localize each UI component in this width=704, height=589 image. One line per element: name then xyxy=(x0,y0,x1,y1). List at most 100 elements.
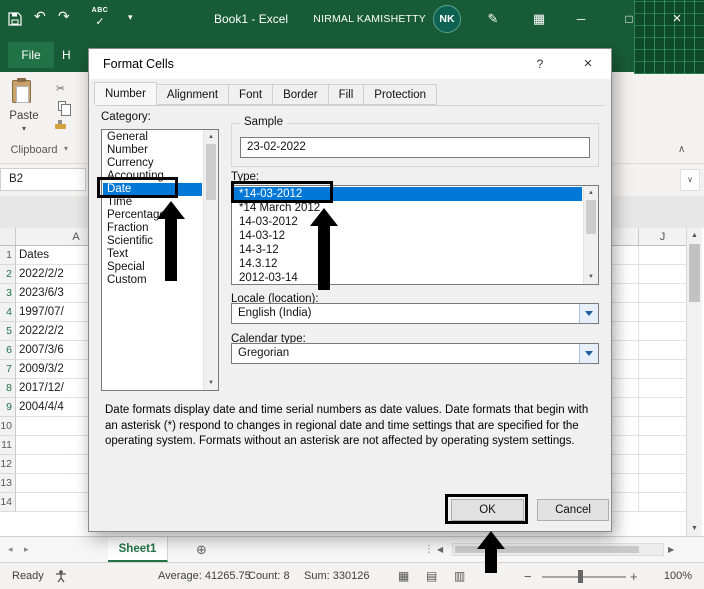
type-scrollbar-thumb[interactable] xyxy=(586,200,596,234)
cell-j[interactable] xyxy=(639,303,686,322)
type-option[interactable]: *14 March 2012 xyxy=(233,201,582,215)
redo-icon[interactable]: ↷ xyxy=(58,8,70,25)
view-page-layout-icon[interactable]: ▤ xyxy=(426,563,437,589)
sheet-tab-sheet1[interactable]: Sheet1 xyxy=(108,537,168,562)
column-header-j[interactable]: J xyxy=(639,228,686,245)
vertical-scrollbar[interactable]: ▲ ▼ xyxy=(686,228,702,536)
undo-icon[interactable]: ↶ xyxy=(34,8,46,25)
row-header[interactable]: 1 xyxy=(0,246,16,265)
row-header[interactable]: 9 xyxy=(0,398,16,417)
grid-icon[interactable]: ▦ xyxy=(524,0,554,38)
scroll-up-icon[interactable]: ▲ xyxy=(584,186,598,200)
scroll-left-icon[interactable]: ◀ xyxy=(437,537,443,562)
category-option[interactable]: Custom xyxy=(103,274,202,287)
scroll-up-icon[interactable]: ▲ xyxy=(687,228,702,243)
qat-dropdown-icon[interactable]: ▾ xyxy=(128,12,133,23)
row-header[interactable]: 12 xyxy=(0,455,16,474)
format-painter-icon[interactable] xyxy=(55,124,66,129)
type-option[interactable]: 14-3-12 xyxy=(233,243,582,257)
row-header[interactable]: 11 xyxy=(0,436,16,455)
tab-border[interactable]: Border xyxy=(272,84,329,105)
tab-fill[interactable]: Fill xyxy=(327,84,365,105)
type-scrollbar[interactable]: ▲ ▼ xyxy=(583,186,598,284)
cell-j[interactable] xyxy=(639,436,686,455)
zoom-level[interactable]: 100% xyxy=(650,563,692,589)
file-tab[interactable]: File xyxy=(8,42,54,68)
tab-number[interactable]: Number xyxy=(94,82,157,105)
tab-font[interactable]: Font xyxy=(228,84,274,105)
row-header[interactable]: 13 xyxy=(0,474,16,493)
row-header[interactable]: 2 xyxy=(0,265,16,284)
row-header[interactable]: 7 xyxy=(0,360,16,379)
category-option[interactable]: Text xyxy=(103,248,202,261)
tab-alignment[interactable]: Alignment xyxy=(155,84,230,105)
row-header[interactable]: 10 xyxy=(0,417,16,436)
cancel-button[interactable]: Cancel xyxy=(537,499,609,521)
zoom-out-icon[interactable]: − xyxy=(524,563,532,589)
cell-j[interactable] xyxy=(639,360,686,379)
save-icon[interactable] xyxy=(8,12,22,29)
cell-j[interactable] xyxy=(639,265,686,284)
locale-dropdown[interactable]: English (India) xyxy=(231,303,599,324)
scroll-down-icon[interactable]: ▼ xyxy=(584,270,598,284)
type-option[interactable]: 14-03-12 xyxy=(233,229,582,243)
vertical-scrollbar-thumb[interactable] xyxy=(689,244,700,302)
row-header[interactable]: 8 xyxy=(0,379,16,398)
paste-dropdown-icon[interactable]: ▾ xyxy=(2,124,46,133)
cell-j[interactable] xyxy=(639,284,686,303)
home-tab-partial[interactable]: H xyxy=(62,42,71,68)
sheet-nav-left-icon[interactable]: ◂ xyxy=(8,537,13,562)
chevron-down-icon[interactable] xyxy=(579,344,598,363)
account-user-name[interactable]: NIRMAL KAMISHETTY xyxy=(288,0,426,38)
name-box[interactable]: B2 xyxy=(0,168,86,191)
formula-bar-expand-icon[interactable]: ∨ xyxy=(680,169,700,191)
row-header[interactable]: 5 xyxy=(0,322,16,341)
cell-j[interactable] xyxy=(639,474,686,493)
cell-j[interactable] xyxy=(639,246,686,265)
cell-j[interactable] xyxy=(639,493,686,512)
type-option[interactable]: 14-03-2012 xyxy=(233,215,582,229)
avatar[interactable]: NK xyxy=(433,5,461,33)
row-header[interactable]: 6 xyxy=(0,341,16,360)
category-option[interactable]: Special xyxy=(103,261,202,274)
scroll-down-icon[interactable]: ▼ xyxy=(687,521,702,536)
chevron-down-icon[interactable] xyxy=(579,304,598,323)
row-header[interactable]: 3 xyxy=(0,284,16,303)
zoom-slider-thumb[interactable] xyxy=(578,570,583,583)
close-button[interactable]: × xyxy=(662,0,692,38)
row-header[interactable]: 14 xyxy=(0,493,16,512)
cell-j[interactable] xyxy=(639,379,686,398)
zoom-slider[interactable] xyxy=(542,576,626,578)
tab-protection[interactable]: Protection xyxy=(363,84,438,105)
cell-j[interactable] xyxy=(639,417,686,436)
type-option[interactable]: 2012-03-14 xyxy=(233,271,582,283)
view-normal-icon[interactable]: ▦ xyxy=(398,563,409,589)
category-scrollbar[interactable]: ▲ ▼ xyxy=(203,130,218,390)
scroll-right-icon[interactable]: ▶ xyxy=(668,537,674,562)
type-option[interactable]: 14.3.12 xyxy=(233,257,582,271)
cell-j[interactable] xyxy=(639,398,686,417)
calendar-type-dropdown[interactable]: Gregorian xyxy=(231,343,599,364)
minimize-button[interactable]: ─ xyxy=(566,0,596,38)
dialog-help-icon[interactable]: ? xyxy=(527,49,553,79)
cut-icon[interactable]: ✂ xyxy=(56,82,65,95)
tab-splitter-icon[interactable]: ⋮ xyxy=(424,537,434,562)
dialog-close-icon[interactable]: × xyxy=(573,49,603,79)
category-option[interactable]: Scientific xyxy=(103,235,202,248)
collapse-ribbon-icon[interactable]: ∧ xyxy=(678,144,685,155)
accessibility-icon[interactable] xyxy=(54,569,68,586)
category-option[interactable]: Fraction xyxy=(103,222,202,235)
select-all-corner[interactable] xyxy=(0,228,16,245)
category-option[interactable]: Currency xyxy=(103,157,202,170)
clipboard-launcher-icon[interactable]: ▾ xyxy=(64,144,68,153)
add-sheet-icon[interactable]: ⊕ xyxy=(196,537,207,562)
category-scrollbar-thumb[interactable] xyxy=(206,144,216,200)
category-option[interactable]: Number xyxy=(103,144,202,157)
cell-j[interactable] xyxy=(639,341,686,360)
copy-icon[interactable] xyxy=(58,101,71,116)
maximize-button[interactable]: □ xyxy=(614,0,644,38)
category-option[interactable]: General xyxy=(103,131,202,144)
cell-j[interactable] xyxy=(639,455,686,474)
pen-icon[interactable]: ✎ xyxy=(478,0,508,38)
sheet-nav-right-icon[interactable]: ▸ xyxy=(24,537,29,562)
